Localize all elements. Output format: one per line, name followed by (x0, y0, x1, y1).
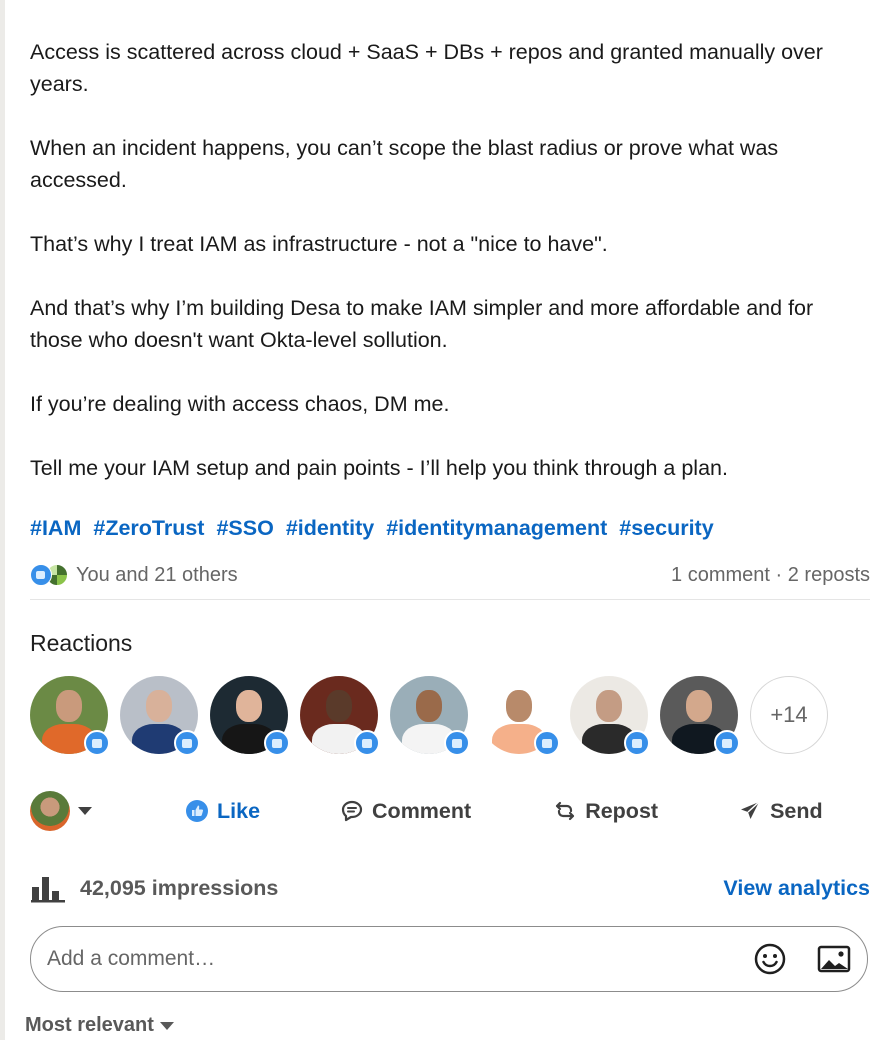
more-reactors-button[interactable]: +14 (750, 676, 828, 754)
impressions-summary[interactable]: 42,095 impressions (30, 873, 278, 903)
reactions-summary[interactable]: You and 21 others (30, 564, 238, 587)
repost-icon (556, 801, 575, 821)
post-paragraph: When an incident happens, you can’t scop… (30, 136, 779, 192)
view-analytics-link[interactable]: View analytics (723, 876, 870, 901)
avatar-head (326, 690, 352, 722)
sort-label: Most relevant (25, 1014, 154, 1036)
post-paragraph: Tell me your IAM setup and pain points -… (30, 456, 728, 480)
count-separator: · (769, 563, 788, 586)
reaction-icons (30, 564, 68, 586)
social-counts: You and 21 others 1 comment · 2 reposts (30, 557, 870, 593)
reactor-avatars: +14 (30, 676, 828, 756)
hashtag-link[interactable]: #security (619, 516, 713, 540)
engagement-counts: 1 comment · 2 reposts (671, 564, 870, 587)
image-icon[interactable] (817, 944, 851, 974)
reactor-avatar[interactable] (390, 676, 470, 756)
like-icon (624, 730, 650, 756)
hashtag-link[interactable]: #ZeroTrust (93, 516, 204, 540)
reactor-avatar[interactable] (210, 676, 290, 756)
hashtag-link[interactable]: #SSO (216, 516, 273, 540)
hashtag-link[interactable]: #identity (286, 516, 374, 540)
repost-button[interactable]: Repost (553, 799, 658, 824)
action-bar: Like Comment Repost Send (30, 787, 870, 835)
avatar-head (236, 690, 262, 722)
hashtag-link[interactable]: #IAM (30, 516, 81, 540)
divider (30, 599, 870, 600)
hashtag-link[interactable]: #identitymanagement (386, 516, 607, 540)
chevron-down-icon (159, 1021, 174, 1030)
post-paragraph: Access is scattered across cloud + SaaS … (30, 40, 823, 96)
repost-label: Repost (585, 798, 659, 823)
post-paragraph: And that’s why I’m building Desa to make… (30, 296, 814, 352)
impressions-row: 42,095 impressions View analytics (30, 870, 870, 906)
comment-input[interactable] (47, 947, 687, 971)
comment-icon (341, 800, 363, 822)
like-icon (444, 730, 470, 756)
reactions-heading: Reactions (30, 630, 133, 656)
like-icon (174, 730, 200, 756)
comment-composer (30, 926, 868, 992)
avatar-head (686, 690, 712, 722)
emoji-icon[interactable] (753, 942, 787, 976)
like-icon (84, 730, 110, 756)
reactor-avatar[interactable] (570, 676, 650, 756)
post-paragraph: If you’re dealing with access chaos, DM … (30, 392, 450, 416)
impressions-count: 42,095 impressions (80, 875, 279, 900)
avatar (30, 791, 70, 831)
comments-count-link[interactable]: 1 comment (671, 564, 770, 586)
reactor-avatar[interactable] (480, 676, 560, 756)
avatar-head (596, 690, 622, 722)
avatar-head (506, 690, 532, 722)
like-label: Like (217, 798, 261, 823)
reactor-avatar[interactable] (120, 676, 200, 756)
like-icon (264, 730, 290, 756)
avatar-head (146, 690, 172, 722)
composer-tools (753, 942, 851, 976)
like-button[interactable]: Like (185, 799, 260, 824)
like-icon (534, 730, 560, 756)
comment-label: Comment (372, 798, 472, 823)
like-icon (714, 730, 740, 756)
post-card: Access is scattered across cloud + SaaS … (0, 0, 888, 1040)
send-button[interactable]: Send (738, 799, 823, 824)
avatar-head (416, 690, 442, 722)
reactors-text: You and 21 others (76, 563, 238, 586)
like-icon (30, 564, 52, 586)
post-text: Access is scattered across cloud + SaaS … (30, 36, 870, 484)
sort-dropdown[interactable]: Most relevant (25, 1014, 174, 1037)
post-paragraph: That’s why I treat IAM as infrastructure… (30, 232, 608, 256)
avatar-head (56, 690, 82, 722)
reactor-avatar[interactable] (660, 676, 740, 756)
chevron-down-icon (78, 807, 92, 815)
reaction-identity-selector[interactable] (30, 791, 110, 831)
like-icon (354, 730, 380, 756)
send-icon (741, 801, 760, 819)
reactor-avatar[interactable] (30, 676, 110, 756)
reposts-count-link[interactable]: 2 reposts (788, 564, 870, 586)
send-label: Send (770, 798, 823, 823)
hashtags: #IAM #ZeroTrust #SSO #identity #identity… (30, 516, 720, 541)
comment-button[interactable]: Comment (340, 799, 471, 824)
bar-chart-icon (31, 877, 65, 903)
like-icon (186, 800, 208, 822)
reactor-avatar[interactable] (300, 676, 380, 756)
